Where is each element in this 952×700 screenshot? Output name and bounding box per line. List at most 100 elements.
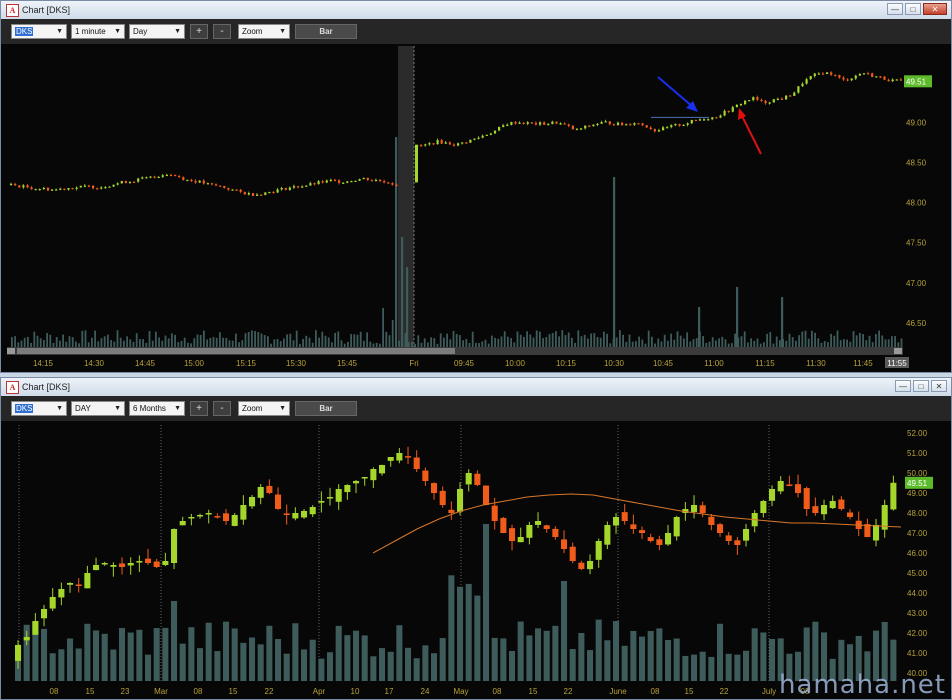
period-select[interactable]: 6 Months ▼ <box>129 401 185 416</box>
zoom-out-button[interactable]: - <box>213 401 231 416</box>
volume-bar <box>151 340 154 347</box>
volume-bar <box>231 628 238 681</box>
volume-bar <box>127 632 134 681</box>
volume-bar <box>353 334 356 347</box>
scroll-right-button <box>894 348 902 354</box>
period-select[interactable]: Day ▼ <box>129 24 185 39</box>
candle-body <box>838 75 841 78</box>
volume-bar <box>862 334 864 347</box>
candle-body <box>465 142 468 144</box>
volume-bar <box>750 338 752 347</box>
zoom-out-button[interactable]: - <box>213 24 231 39</box>
candle-body <box>465 473 472 485</box>
candle-body <box>153 176 156 178</box>
volume-bar <box>517 621 524 681</box>
x-tick-label: 08 <box>651 687 660 696</box>
bottom-window-titlebar[interactable]: A Chart [DKS] — □ ✕ <box>1 378 951 396</box>
candle-body <box>55 189 58 191</box>
candle-body <box>777 481 784 492</box>
candle-body <box>760 99 763 101</box>
volume-bar <box>318 658 325 681</box>
maximize-button[interactable]: □ <box>913 380 929 392</box>
minimize-button[interactable]: — <box>887 3 903 15</box>
volume-bar <box>679 335 682 347</box>
volume-bar <box>474 595 481 681</box>
candle-body <box>604 121 607 123</box>
interval-select[interactable]: DAY ▼ <box>71 401 125 416</box>
symbol-select[interactable]: DKS ▼ <box>11 401 67 416</box>
volume-bar <box>443 337 445 347</box>
volume-bar <box>555 331 557 347</box>
candle-body <box>485 134 488 136</box>
candle-body <box>768 102 771 104</box>
top-window-titlebar[interactable]: A Chart [DKS] — □ ✕ <box>1 1 951 19</box>
volume-bar <box>350 334 352 347</box>
x-tick-label: 17 <box>385 687 394 696</box>
volume-bar <box>145 654 152 681</box>
chevron-down-icon: ▼ <box>56 405 63 412</box>
daily-chart[interactable]: 52.00 51.00 50.00 49.00 48.00 47.00 46.00 45.00… <box>1 421 951 699</box>
volume-bar <box>67 638 74 681</box>
volume-bar <box>622 334 624 347</box>
volume-bar <box>14 336 16 347</box>
intraday-chart[interactable]: 49.00 48.50 48.00 47.50 47.00 46.50 49.51 14:15… <box>1 44 951 372</box>
candle-body <box>178 176 181 178</box>
volume-bar <box>254 331 256 347</box>
close-button[interactable]: ✕ <box>923 3 947 15</box>
y-tick-label: 49.00 <box>906 118 927 127</box>
volume-bar <box>244 333 247 347</box>
candle-body <box>639 530 646 533</box>
zoom-in-button[interactable]: + <box>190 24 208 39</box>
symbol-select[interactable]: DKS ▼ <box>11 24 67 39</box>
x-tick-label: July <box>762 687 776 696</box>
bar-style-button[interactable]: Bar <box>295 401 357 416</box>
volume-bar <box>478 343 480 347</box>
candle-body <box>694 119 697 122</box>
volume-bar <box>462 340 464 347</box>
close-button[interactable]: ✕ <box>931 380 947 392</box>
candle-body <box>84 573 91 589</box>
volume-bar <box>751 628 758 681</box>
interval-select[interactable]: 1 minute ▼ <box>71 24 125 39</box>
volume-bar <box>87 342 90 347</box>
volume-bar <box>366 332 368 347</box>
candle-body <box>514 121 517 124</box>
volume-bar <box>625 341 628 347</box>
volume-bar <box>654 343 656 347</box>
zoom-in-button[interactable]: + <box>190 401 208 416</box>
maximize-button[interactable]: □ <box>905 3 921 15</box>
zoom-select[interactable]: Zoom ▼ <box>238 401 290 416</box>
candle-body <box>461 142 464 144</box>
volume-bar <box>628 334 631 347</box>
candle-body <box>395 184 398 186</box>
period-value: 6 Months <box>133 404 166 413</box>
volume-bar <box>361 635 368 681</box>
candle-body <box>561 539 568 549</box>
volume-bar <box>772 343 775 347</box>
candle-body <box>813 73 816 77</box>
volume-bar <box>315 330 317 347</box>
candle-body <box>873 525 880 541</box>
volume-bar <box>491 637 498 681</box>
candle-body <box>522 122 525 124</box>
minimize-button[interactable]: — <box>895 380 911 392</box>
zoom-select[interactable]: Zoom ▼ <box>238 24 290 39</box>
volume-bar <box>283 338 285 347</box>
candle-body <box>15 645 22 661</box>
candle-body <box>174 174 177 177</box>
volume-bar <box>820 342 823 347</box>
bar-style-button[interactable]: Bar <box>295 24 357 39</box>
volume-bar <box>396 625 403 681</box>
candle-body <box>890 482 897 510</box>
candle-body <box>235 189 238 191</box>
volume-bar <box>335 625 342 681</box>
volume-bar <box>382 307 384 347</box>
volume-bar <box>286 334 288 347</box>
candle-body <box>793 92 796 96</box>
candle-body <box>247 192 250 195</box>
candle-body <box>789 95 792 97</box>
volume-bar <box>577 330 580 347</box>
candle-body <box>361 477 368 479</box>
volume-bar <box>405 647 412 681</box>
candle-body <box>206 183 209 185</box>
